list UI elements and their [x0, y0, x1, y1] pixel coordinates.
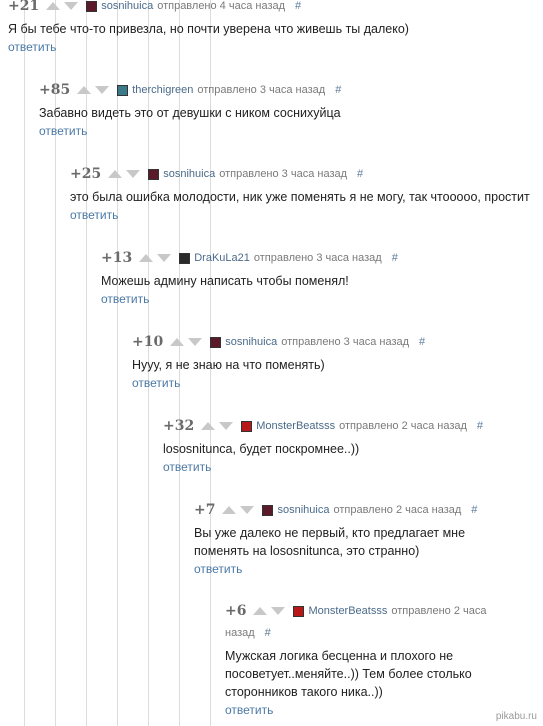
avatar[interactable]	[117, 84, 129, 96]
vote-down-icon[interactable]	[188, 338, 203, 346]
vote-down-icon[interactable]	[95, 86, 110, 94]
comment: +7 sosnihuica отправлено 2 часа назад # …	[194, 499, 539, 578]
vote-up-icon[interactable]	[139, 254, 154, 262]
avatar[interactable]	[241, 420, 253, 432]
timestamp: отправлено 2 часа назад	[339, 420, 467, 432]
comment: +13 DraKuLa21 отправлено 3 часа назад # …	[101, 247, 539, 308]
permalink[interactable]: #	[295, 0, 301, 12]
watermark: pikabu.ru	[495, 711, 537, 722]
comment-rating: +32	[163, 418, 195, 434]
permalink[interactable]: #	[392, 252, 398, 264]
reply-link[interactable]: ответить	[225, 703, 273, 717]
avatar[interactable]	[262, 504, 274, 516]
vote-down-icon[interactable]	[126, 170, 141, 178]
author-link[interactable]: therchigreen	[132, 84, 193, 96]
reply-link[interactable]: ответить	[132, 376, 180, 390]
permalink[interactable]: #	[477, 420, 483, 432]
comment-meta: +25 sosnihuica отправлено 3 часа назад #	[70, 163, 543, 185]
author-link[interactable]: sosnihuica	[277, 504, 329, 516]
author-link[interactable]: sosnihuica	[101, 0, 153, 12]
comment: +25 sosnihuica отправлено 3 часа назад #…	[70, 163, 543, 224]
reply-link[interactable]: ответить	[70, 208, 118, 222]
comment: +32 MonsterBeatsss отправлено 2 часа наз…	[163, 415, 539, 476]
permalink[interactable]: #	[335, 84, 341, 96]
comment-rating: +10	[132, 334, 164, 350]
comment-meta-wrap: назад #	[225, 622, 539, 644]
comment-rating: +6	[225, 603, 247, 619]
avatar[interactable]	[293, 605, 305, 617]
vote-up-icon[interactable]	[170, 338, 185, 346]
permalink[interactable]: #	[419, 336, 425, 348]
timestamp: отправлено 2 часа назад	[333, 504, 462, 516]
author-link[interactable]: sosnihuica	[225, 336, 277, 348]
comment-rating: +25	[70, 166, 102, 182]
timestamp: отправлено 4 часа назад	[157, 0, 286, 12]
comment-text: это была ошибка молодости, ник уже помен…	[70, 190, 530, 204]
vote-down-icon[interactable]	[271, 607, 286, 615]
comment-text: Мужская логика бесценна и плохого не пос…	[225, 649, 472, 699]
comment-meta: +32 MonsterBeatsss отправлено 2 часа наз…	[163, 415, 539, 437]
comment: +10 sosnihuica отправлено 3 часа назад #…	[132, 331, 539, 392]
comment-meta: +13 DraKuLa21 отправлено 3 часа назад #	[101, 247, 539, 269]
avatar[interactable]	[179, 252, 191, 264]
vote-up-icon[interactable]	[253, 607, 268, 615]
vote-down-icon[interactable]	[219, 422, 234, 430]
timestamp: отправлено 3 часа назад	[197, 84, 326, 96]
author-link[interactable]: MonsterBeatsss	[256, 420, 335, 432]
vote-down-icon[interactable]	[64, 2, 79, 10]
comment-rating: +21	[8, 0, 40, 14]
reply-link[interactable]: ответить	[8, 40, 56, 54]
comment-meta: +7 sosnihuica отправлено 2 часа назад #	[194, 499, 539, 521]
comment-meta: +10 sosnihuica отправлено 3 часа назад #	[132, 331, 539, 353]
comment: +6 MonsterBeatsss отправлено 2 часа наза…	[225, 600, 539, 719]
comment-rating: +13	[101, 250, 133, 266]
author-link[interactable]: sosnihuica	[163, 168, 215, 180]
reply-link[interactable]: ответить	[101, 292, 149, 306]
comment-text: Я бы тебе что-то привезла, но почти увер…	[8, 22, 409, 36]
comment-rating: +7	[194, 502, 216, 518]
author-link[interactable]: MonsterBeatsss	[308, 605, 387, 617]
comment: +21 sosnihuica отправлено 4 часа назад #…	[8, 0, 538, 56]
comment-text: Нууу, я не знаю на что поменять)	[132, 358, 325, 372]
comment-text: Вы уже далеко не первый, кто предлагает …	[194, 526, 466, 558]
vote-down-icon[interactable]	[240, 506, 255, 514]
timestamp: отправлено 3 часа назад	[281, 336, 410, 348]
vote-up-icon[interactable]	[77, 86, 92, 94]
comment-rating: +85	[39, 82, 71, 98]
avatar[interactable]	[210, 336, 222, 348]
reply-link[interactable]: ответить	[39, 124, 87, 138]
comment-text: lososnitunca, будет поскромнее..))	[163, 442, 360, 456]
vote-up-icon[interactable]	[108, 170, 123, 178]
comment-text: Можешь админу написать чтобы поменял!	[101, 274, 349, 288]
permalink[interactable]: #	[265, 627, 271, 639]
comment-meta: +85 therchigreen отправлено 3 часа назад…	[39, 79, 539, 101]
reply-link[interactable]: ответить	[194, 562, 242, 576]
comment-text: Забавно видеть это от девушки с ником со…	[39, 106, 341, 120]
avatar[interactable]	[148, 168, 160, 180]
avatar[interactable]	[86, 0, 98, 12]
timestamp: отправлено 3 часа назад	[219, 168, 348, 180]
comment: +85 therchigreen отправлено 3 часа назад…	[39, 79, 539, 140]
vote-up-icon[interactable]	[46, 2, 61, 10]
reply-link[interactable]: ответить	[163, 460, 211, 474]
timestamp: отправлено 3 часа назад	[253, 252, 382, 264]
permalink[interactable]: #	[471, 504, 477, 516]
thread-line	[24, 0, 25, 726]
author-link[interactable]: DraKuLa21	[194, 252, 250, 264]
timestamp-continued: назад	[225, 627, 255, 639]
comment-meta: +6 MonsterBeatsss отправлено 2 часа	[225, 600, 539, 622]
vote-up-icon[interactable]	[222, 506, 237, 514]
comment-meta: +21 sosnihuica отправлено 4 часа назад #	[8, 0, 538, 17]
permalink[interactable]: #	[357, 168, 363, 180]
timestamp: отправлено 2 часа	[391, 605, 487, 617]
vote-up-icon[interactable]	[201, 422, 216, 430]
vote-down-icon[interactable]	[157, 254, 172, 262]
